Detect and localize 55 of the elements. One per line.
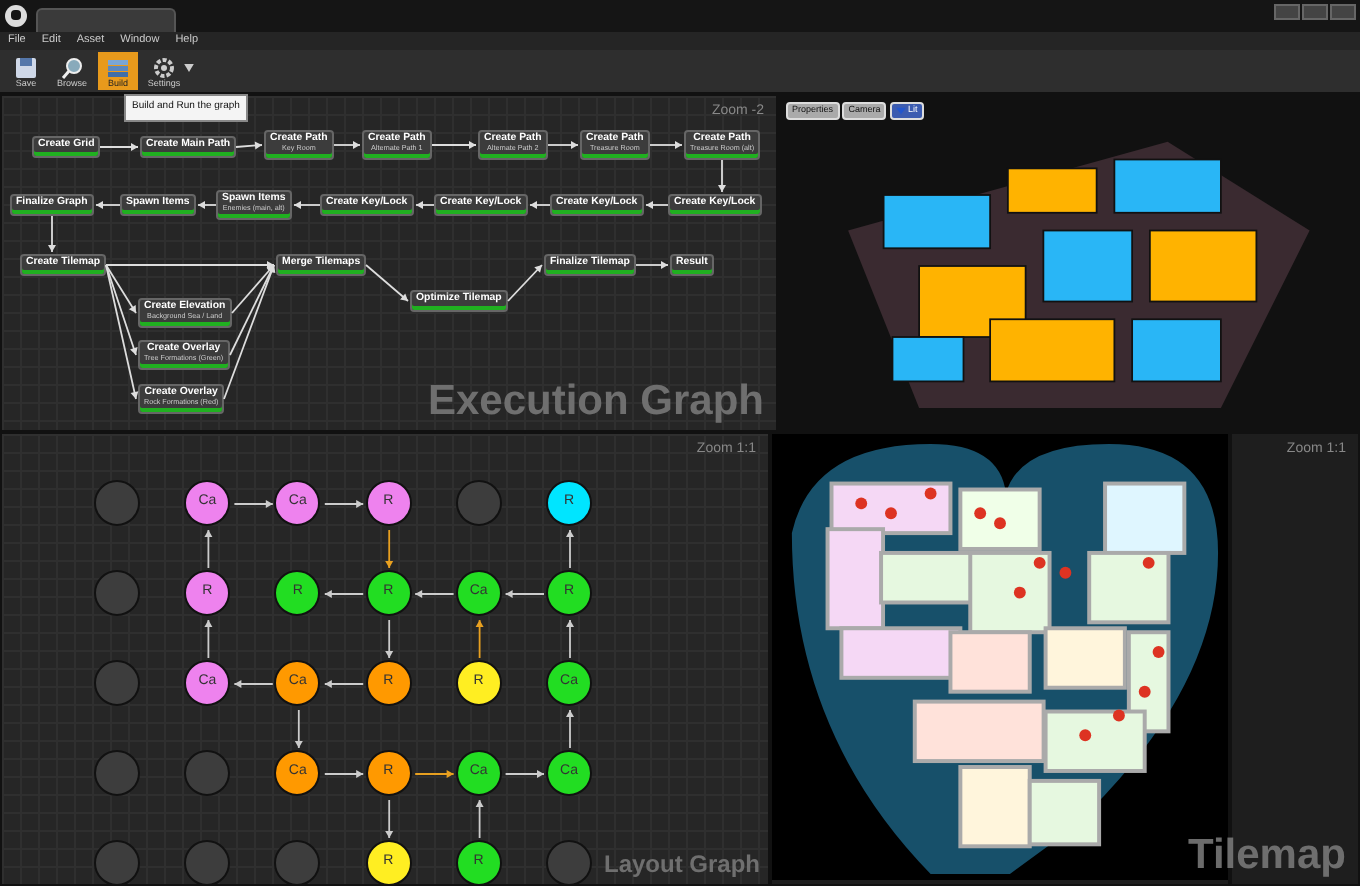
caret-icon: [896, 106, 907, 116]
connector-arrow: [235, 141, 263, 150]
connector-arrow: [718, 159, 726, 193]
minimize-button[interactable]: [1274, 4, 1300, 20]
connector-arrow: [294, 709, 303, 749]
connector-arrow: [323, 500, 365, 508]
connector-arrow: [431, 141, 477, 149]
connector-arrow: [323, 680, 365, 688]
connector-arrow: [507, 264, 543, 302]
connector-arrow: [415, 201, 435, 209]
panel-title: Layout Graph: [603, 852, 760, 876]
connector-arrow: [323, 590, 365, 598]
connector-arrow: [566, 709, 574, 749]
settings-icon: [152, 55, 176, 79]
connector-arrow: [649, 141, 683, 149]
connector-arrow: [566, 619, 574, 659]
connector-arrow: [475, 799, 484, 839]
connector-arrow: [547, 141, 579, 149]
connector-arrow: [566, 529, 574, 569]
connector-arrow: [504, 590, 545, 598]
connector-arrow: [204, 619, 213, 659]
connector-arrow: [48, 215, 56, 253]
layers-icon: [106, 55, 130, 79]
connector-arrow: [385, 799, 394, 839]
empty-node: [94, 570, 140, 616]
connector-arrow: [333, 141, 361, 149]
connector-arrow: [645, 201, 669, 209]
connector-arrow: [385, 529, 394, 569]
connector-arrow: [233, 680, 274, 688]
connector-arrow: [293, 201, 321, 209]
connector-arrow: [414, 770, 455, 778]
connector-arrow: [504, 770, 545, 778]
connector-arrow: [385, 619, 394, 659]
search-icon: [60, 55, 84, 79]
connector-arrow: [99, 143, 139, 151]
connector-arrow: [475, 619, 484, 659]
empty-node: [94, 660, 140, 706]
connector-arrow: [365, 264, 409, 302]
maximize-button[interactable]: [1302, 4, 1328, 20]
empty-node: [94, 750, 140, 796]
connector-arrow: [529, 201, 551, 209]
empty-node: [184, 750, 231, 796]
close-button[interactable]: [1330, 4, 1356, 20]
connector-arrow: [635, 261, 669, 269]
document-tab[interactable]: [36, 8, 176, 32]
connector-arrow: [323, 770, 365, 778]
connector-arrow: [95, 201, 121, 209]
empty-node: [94, 480, 140, 526]
panel-title: Execution Graph: [427, 380, 764, 422]
empty-node: [455, 480, 502, 526]
connector-arrow: [414, 590, 455, 598]
connector-arrow: [197, 201, 217, 209]
connector-arrow: [233, 500, 274, 508]
panel-title: Tilemap: [1188, 834, 1346, 876]
connector-arrow: [204, 529, 213, 569]
